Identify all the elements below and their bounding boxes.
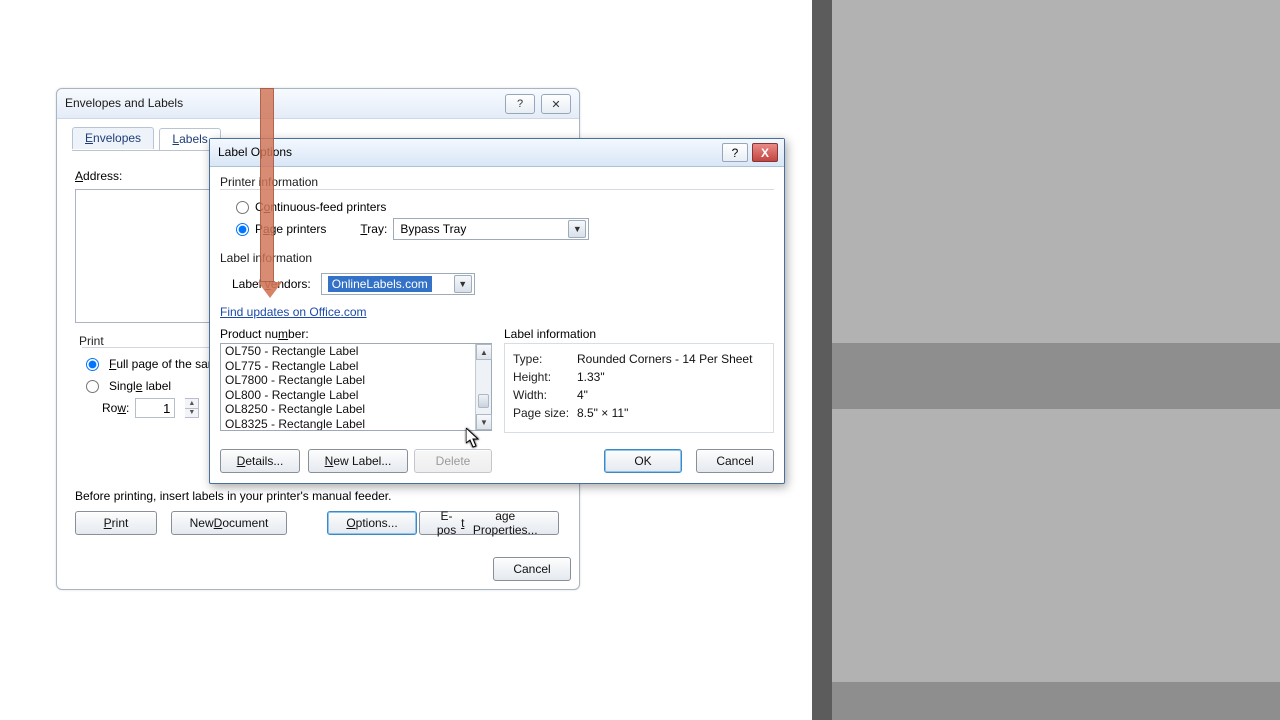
find-updates-link[interactable]: Find updates on Office.com: [220, 305, 367, 319]
row-input[interactable]: [135, 398, 175, 418]
cancel-button[interactable]: Cancel: [493, 557, 571, 581]
row-label: Row:: [102, 401, 129, 415]
print-button[interactable]: Print: [75, 511, 157, 535]
row-spinner[interactable]: ▲▼: [185, 398, 199, 418]
tray-label: Tray:: [360, 222, 387, 236]
product-number-label: Product number:: [220, 327, 309, 341]
tray-select-value: Bypass Tray: [400, 222, 466, 236]
radio-page-printers[interactable]: [236, 223, 249, 236]
printer-info-group: Continuous-feed printers Page printers T…: [220, 189, 774, 255]
print-hint: Before printing, insert labels in your p…: [75, 489, 391, 503]
scrollbar[interactable]: ▲ ▼: [475, 344, 491, 430]
product-number-list: OL750 - Rectangle Label OL775 - Rectangl…: [221, 344, 475, 430]
list-item[interactable]: OL750 - Rectangle Label: [221, 344, 475, 359]
dialog-title: Label Options: [218, 145, 292, 159]
product-number-listbox[interactable]: OL750 - Rectangle Label OL775 - Rectangl…: [220, 343, 492, 431]
list-item[interactable]: OL775 - Rectangle Label: [221, 359, 475, 374]
list-item[interactable]: OL800 - Rectangle Label: [221, 388, 475, 403]
vendor-select-value: OnlineLabels.com: [328, 276, 432, 292]
dropdown-arrow-icon: ▼: [568, 220, 586, 238]
type-value: Rounded Corners - 14 Per Sheet: [577, 352, 752, 366]
address-label: Address:: [75, 169, 122, 183]
print-group-label: Print: [79, 334, 104, 348]
width-value: 4": [577, 388, 588, 402]
radio-continuous-feed[interactable]: [236, 201, 249, 214]
label-info-panel-title: Label information: [504, 327, 596, 341]
type-key: Type:: [513, 352, 577, 366]
doc-background-band-2: [832, 682, 1280, 720]
label-info-panel: Type:Rounded Corners - 14 Per Sheet Heig…: [504, 343, 774, 433]
tabstrip: Envelopes Labels: [72, 127, 223, 151]
close-button[interactable]: X: [752, 143, 778, 162]
dialog-title: Envelopes and Labels: [65, 96, 183, 110]
radio-full-page-label: Full page of the sam: [109, 357, 218, 371]
height-key: Height:: [513, 370, 577, 384]
details-button[interactable]: Details...: [220, 449, 300, 473]
titlebar: Envelopes and Labels ? ✕: [57, 89, 579, 119]
titlebar: Label Options ? X: [210, 139, 784, 167]
doc-background-band: [832, 343, 1280, 409]
help-button[interactable]: ?: [722, 143, 748, 162]
close-button[interactable]: ✕: [541, 94, 571, 114]
new-label-button[interactable]: New Label...: [308, 449, 408, 473]
height-value: 1.33": [577, 370, 605, 384]
list-item[interactable]: OL8325 - Rectangle Label: [221, 417, 475, 431]
doc-edge-strip: [812, 0, 832, 720]
tab-envelopes[interactable]: Envelopes: [72, 127, 154, 149]
list-item[interactable]: OL8250 - Rectangle Label: [221, 402, 475, 417]
cancel-button[interactable]: Cancel: [696, 449, 774, 473]
new-document-button[interactable]: New Document: [171, 511, 287, 535]
list-item[interactable]: OL7800 - Rectangle Label: [221, 373, 475, 388]
radio-full-page[interactable]: [86, 358, 99, 371]
tab-envelopes-rest: nvelopes: [93, 131, 141, 145]
pagesize-value: 8.5" × 11": [577, 406, 628, 420]
pagesize-key: Page size:: [513, 406, 577, 420]
ok-button[interactable]: OK: [604, 449, 682, 473]
dropdown-arrow-icon: ▼: [454, 275, 472, 293]
mouse-cursor-icon: [466, 428, 480, 448]
width-key: Width:: [513, 388, 577, 402]
tray-select[interactable]: Bypass Tray ▼: [393, 218, 589, 240]
annotation-arrow-icon: [258, 88, 276, 298]
delete-button: Delete: [414, 449, 492, 473]
tab-labels-rest: abels: [179, 132, 208, 146]
vendor-select[interactable]: OnlineLabels.com ▼: [321, 273, 475, 295]
epostage-properties-button[interactable]: E-postage Properties...: [419, 511, 559, 535]
dialog-label-options: Label Options ? X Printer information Co…: [209, 138, 785, 484]
scroll-thumb[interactable]: [478, 394, 489, 408]
radio-single-label-text: Single label: [109, 379, 171, 393]
help-button[interactable]: ?: [505, 94, 535, 114]
options-button[interactable]: Options...: [327, 511, 417, 535]
scroll-up-button[interactable]: ▲: [476, 344, 492, 360]
radio-single-label[interactable]: [86, 380, 99, 393]
